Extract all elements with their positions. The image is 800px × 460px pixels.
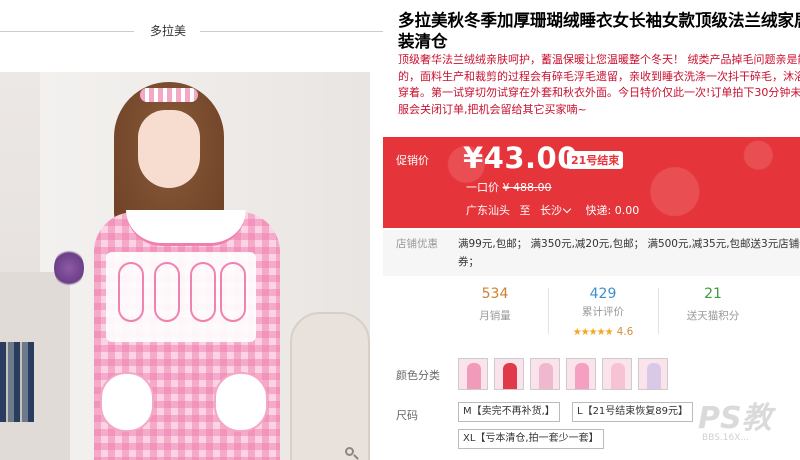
pajama-pocket-right [214, 372, 268, 432]
stat-points: 21 送天猫积分 [660, 282, 766, 342]
stat-monthly-sales: 534 月销量 [443, 282, 547, 342]
promo-price-label: 促销价 [396, 154, 429, 167]
product-main-image[interactable] [0, 72, 370, 460]
product-title: 多拉美秋冬季加厚珊瑚绒睡衣女长袖女款顶级法兰绒家居服 装清仓 [398, 10, 800, 52]
review-label: 累计评价 [582, 306, 624, 318]
description-line: 顶级奢华法兰绒绒亲肤呵护，蓄温保暖让您温暖整个冬天！ 绒类产品掉毛问题亲是能理解 [398, 53, 800, 66]
color-swatch[interactable] [458, 358, 488, 390]
price-panel: 促销价 ¥43.00 21号结束 一口价 ¥ 488.00 广东汕头 至 长沙 … [383, 137, 800, 228]
color-swatch[interactable] [602, 358, 632, 390]
size-option-label: 尺码 [396, 409, 418, 422]
shipping-row: 广东汕头 至 长沙 快递: 0.00 [466, 202, 645, 218]
pajama-pocket-left [100, 372, 154, 432]
size-option-l[interactable]: L【21号结束恢复89元】 [572, 402, 694, 422]
color-swatch[interactable] [638, 358, 668, 390]
promo-label: 店铺优惠 [396, 238, 438, 250]
swatch-image [539, 363, 553, 389]
ship-fee: 快递: 0.00 [585, 204, 640, 217]
size-option-xl[interactable]: XL【亏本清仓,拍一套少一套】 [458, 429, 604, 449]
promo-price: ¥43.00 [463, 141, 578, 175]
description-line: 的，面料生产和裁剪的过程会有碎毛浮毛遗留，亲收到睡衣洗涤一次抖干碎毛，沐浴后安心 [398, 69, 800, 83]
stat-separator [658, 288, 659, 334]
pajama-collar [126, 210, 246, 246]
product-gallery: 多拉美 [0, 0, 383, 460]
bunny-figure [154, 262, 180, 322]
monthly-sales-label: 月销量 [479, 310, 511, 322]
bunny-figure [220, 262, 246, 322]
bunny-figure [118, 262, 144, 322]
model-face [138, 110, 200, 188]
watermark-logo: PS教 [698, 401, 772, 436]
review-rating: ★★★★★ 4.6 [550, 320, 656, 339]
description-line: 穿着。第一试穿切勿试穿在外套和秋衣外面。今日特价仅此一次!订单拍下30分钟未付款… [398, 86, 800, 99]
zoom-handle [353, 454, 359, 460]
stat-separator [548, 288, 549, 334]
rating-score: 4.6 [616, 326, 634, 338]
color-option-label: 颜色分类 [396, 369, 440, 382]
pajama-bunny-print [106, 252, 256, 342]
original-price: ¥ 488.00 [502, 181, 552, 194]
photo-flower [54, 248, 84, 288]
swatch-image [575, 363, 589, 389]
store-divider-right [200, 31, 383, 32]
original-price-row: 一口价 ¥ 488.00 [466, 179, 551, 195]
swatch-image [467, 363, 481, 389]
swatch-image [503, 363, 517, 389]
store-divider-left [0, 31, 134, 32]
ship-to: 长沙 [540, 204, 562, 217]
watermark-url: BBS.16X... [702, 433, 749, 443]
store-name[interactable]: 多拉美 [150, 22, 186, 39]
sale-end-badge: 21号结束 [567, 151, 624, 169]
store-header: 多拉美 [0, 0, 383, 62]
swatch-image [611, 363, 625, 389]
description-line: 服会关闭订单,把机会留给其它买家喃~ [398, 102, 587, 116]
product-title-line2: 装清仓 [398, 32, 448, 51]
monthly-sales-count: 534 [481, 286, 509, 302]
stats-row: 534 月销量 429 累计评价 ★★★★★ 4.6 21 送天猫积分 [443, 282, 800, 342]
product-description: 顶级奢华法兰绒绒亲肤呵护，蓄温保暖让您温暖整个冬天！ 绒类产品掉毛问题亲是能理解… [398, 52, 800, 118]
photo-model [86, 82, 286, 460]
rating-stars-icon: ★★★★★ [572, 327, 614, 338]
product-title-line1: 多拉美秋冬季加厚珊瑚绒睡衣女长袖女款顶级法兰绒家居服 [398, 11, 800, 30]
points-label: 送天猫积分 [686, 310, 740, 322]
swatch-image [647, 363, 661, 389]
photo-books [0, 342, 34, 422]
color-swatch[interactable] [566, 358, 596, 390]
chevron-down-icon [562, 204, 572, 214]
ship-destination-select[interactable]: 长沙 [540, 204, 576, 217]
original-price-label: 一口价 [466, 181, 499, 194]
size-option-m[interactable]: M【卖完不再补货,】 [458, 402, 560, 422]
color-swatch[interactable] [494, 358, 524, 390]
watermark: PS教 BBS.16X... [688, 383, 800, 460]
points-count: 21 [704, 286, 722, 302]
ship-to-label: 至 [519, 204, 531, 217]
color-swatch[interactable] [530, 358, 560, 390]
zoom-icon[interactable] [344, 446, 359, 460]
promo-line: 满99元,包邮； 满350元,减20元,包邮； 满500元,减35元,包邮送3元… [458, 238, 800, 250]
model-headband [140, 88, 198, 102]
promo-text: 满99元,包邮； 满350元,减20元,包邮； 满500元,减35元,包邮送3元… [458, 235, 800, 271]
promo-line: 券； [458, 256, 479, 268]
store-promotions: 店铺优惠 满99元,包邮； 满350元,减20元,包邮； 满500元,减35元,… [383, 230, 800, 276]
review-count: 429 [589, 286, 617, 302]
bunny-figure [190, 262, 216, 322]
photo-chair [290, 312, 370, 460]
stat-reviews[interactable]: 429 累计评价 ★★★★★ 4.6 [550, 282, 656, 342]
ship-from: 广东汕头 [466, 204, 510, 217]
